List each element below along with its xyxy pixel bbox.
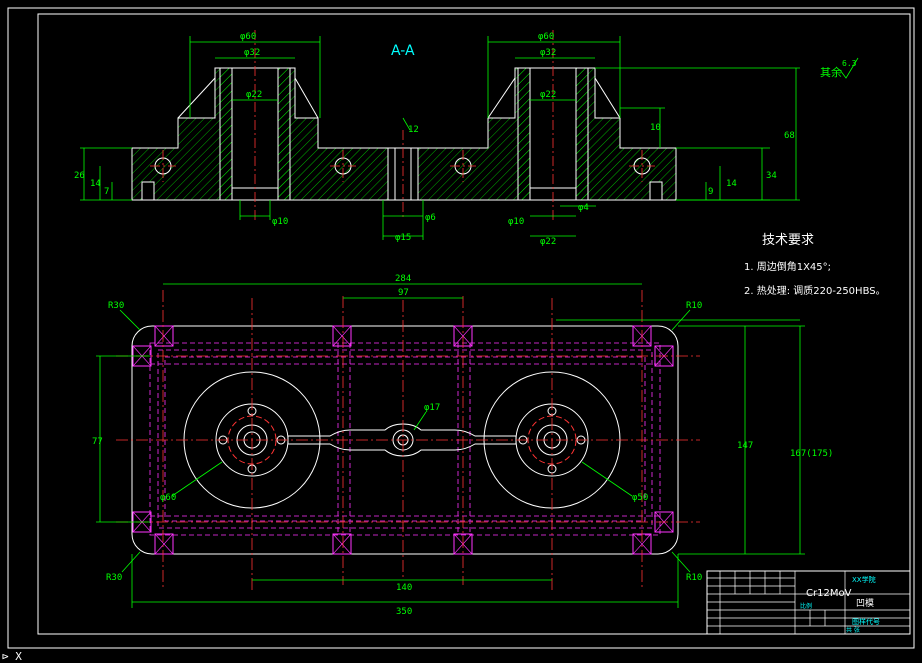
title-school: XX学院 xyxy=(852,575,876,584)
dim-h-right3: 34 xyxy=(766,171,777,181)
plan-dim-center-circle: φ17 xyxy=(424,403,440,413)
title-scale: 比例 xyxy=(800,602,812,610)
title-material: Cr12MoV xyxy=(806,588,852,599)
dim-h-left1: 26 xyxy=(74,171,85,181)
plan-dim-inner-top: 97 xyxy=(398,288,409,298)
title-sheet: 共 张 xyxy=(846,626,860,634)
plan-dim-right-circle: φ50 xyxy=(632,493,648,503)
dim-center-d2: φ15 xyxy=(395,233,411,243)
roughness-note: 其余 xyxy=(820,65,842,79)
dim-center-top: 12 xyxy=(408,125,419,135)
plan-dim-r-tl: R30 xyxy=(108,301,124,311)
plan-dim-overall-bottom: 350 xyxy=(396,607,412,617)
plan-dim-inner-bottom: 140 xyxy=(396,583,412,593)
plan-dim-r-tr: R10 xyxy=(686,301,702,311)
dim-right-d2: φ32 xyxy=(540,48,556,58)
inner-border xyxy=(37,13,911,635)
dim-center-d1: φ6 xyxy=(425,213,436,223)
dim-right-d3: φ22 xyxy=(540,90,556,100)
dim-left-d3: φ22 xyxy=(246,90,262,100)
title-block: Cr12MoV XX学院 凹模 图样代号 比例 共 张 xyxy=(706,570,911,635)
tech-req-title: 技术要求 xyxy=(762,233,814,248)
dim-left-bottom: φ10 xyxy=(272,217,288,227)
plan-dim-r-br: R10 xyxy=(686,573,702,583)
plan-dim-left-circle: φ60 xyxy=(160,493,176,503)
dim-h-right5: 9 xyxy=(708,187,713,197)
plan-dim-right-h2: 167(175) xyxy=(790,449,833,459)
plan-dim-r-bl: R30 xyxy=(106,573,122,583)
section-title: A-A xyxy=(391,43,415,59)
dim-right-bottom2: φ22 xyxy=(540,237,556,247)
dim-w-small: φ4 xyxy=(578,203,589,213)
dim-right-d1: φ60 xyxy=(538,32,554,42)
dim-h-right1: 10 xyxy=(650,123,661,133)
tech-req-item-2: 2. 热处理: 调质220-250HBS。 xyxy=(744,284,886,297)
plan-dim-right-h1: 147 xyxy=(737,441,753,451)
tech-requirements: 技术要求 1. 周边倒角1X45°; 2. 热处理: 调质220-250HBS。 xyxy=(744,233,886,297)
plan-dim-left-h: 77 xyxy=(92,437,103,447)
title-part-name: 凹模 xyxy=(856,598,874,609)
plan-view: 284 97 350 140 77 147 167(175) R30 R10 R… xyxy=(92,274,833,617)
dim-right-bottom1: φ10 xyxy=(508,217,524,227)
dim-h-left2: 14 xyxy=(90,179,101,189)
section-view: A-A φ60 φ32 φ22 φ10 φ60 φ32 φ22 φ10 φ22 … xyxy=(74,30,859,247)
command-prompt[interactable]: ⊳ X xyxy=(2,650,22,663)
roughness-symbol: 其余 6.3 xyxy=(820,57,859,79)
tech-req-item-1: 1. 周边倒角1X45°; xyxy=(744,261,831,273)
dim-h-left3: 7 xyxy=(104,187,109,197)
dim-left-d1: φ60 xyxy=(240,32,256,42)
dim-h-right4: 14 xyxy=(726,179,737,189)
dim-h-right2: 68 xyxy=(784,131,795,141)
cad-drawing-canvas: A-A φ60 φ32 φ22 φ10 φ60 φ32 φ22 φ10 φ22 … xyxy=(2,7,915,663)
title-drawing-no: 图样代号 xyxy=(852,617,880,626)
plan-dim-overall-top: 284 xyxy=(395,274,411,284)
dim-left-d2: φ32 xyxy=(244,48,260,58)
